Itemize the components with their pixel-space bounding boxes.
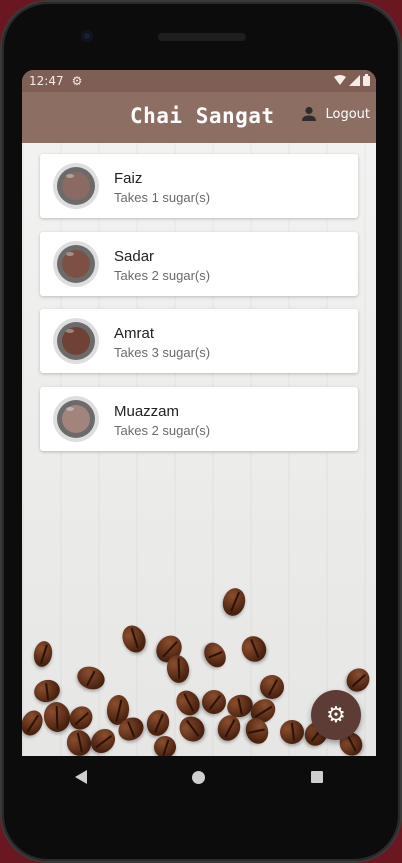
- person-name: Amrat: [114, 325, 155, 342]
- status-icons: [334, 74, 370, 86]
- logout-label: Logout: [325, 106, 370, 122]
- logout-button[interactable]: Logout: [301, 106, 370, 122]
- status-bar: 12:47 ⚙: [22, 70, 376, 92]
- battery-icon: [363, 74, 370, 86]
- people-list: Faiz Takes 1 sugar(s) Sadar Takes 2 suga…: [40, 154, 358, 464]
- front-camera: [81, 30, 93, 42]
- person-name: Faiz: [114, 170, 143, 187]
- app-screen: 12:47 ⚙ Chai Sangat Logout Faiz Takes 1 …: [22, 70, 376, 756]
- tea-cup-avatar: [53, 318, 99, 364]
- list-item[interactable]: Sadar Takes 2 sugar(s): [40, 231, 358, 296]
- recents-icon[interactable]: [311, 771, 324, 783]
- sugar-detail: Takes 2 sugar(s): [114, 267, 211, 283]
- sugar-detail: Takes 2 sugar(s): [114, 422, 211, 438]
- app-bar: Chai Sangat Logout: [22, 92, 376, 143]
- wifi-icon: [334, 74, 346, 85]
- tea-cup-avatar: [53, 395, 99, 442]
- earpiece-speaker: [158, 33, 246, 41]
- system-nav-bar: [22, 756, 376, 798]
- person-name: Sadar: [114, 247, 155, 265]
- status-time: 12:47: [29, 74, 64, 88]
- app-title: Chai Sangat: [130, 104, 275, 128]
- sugar-detail: Takes 3 sugar(s): [114, 345, 211, 360]
- list-item[interactable]: Muazzam Takes 2 sugar(s): [40, 386, 358, 451]
- settings-fab[interactable]: ⚙: [311, 690, 361, 740]
- home-icon[interactable]: [192, 770, 206, 784]
- list-item[interactable]: Amrat Takes 3 sugar(s): [40, 309, 358, 373]
- signal-icon: [349, 74, 360, 86]
- gear-icon: ⚙: [71, 74, 83, 88]
- tea-cup-avatar: [53, 240, 99, 287]
- back-icon[interactable]: [74, 770, 87, 784]
- gear-icon: ⚙: [326, 702, 346, 728]
- tea-cup-avatar: [53, 163, 99, 209]
- person-name: Muazzam: [114, 402, 180, 420]
- sugar-detail: Takes 1 sugar(s): [114, 190, 211, 205]
- list-item[interactable]: Faiz Takes 1 sugar(s): [40, 154, 358, 218]
- person-icon: [302, 106, 317, 121]
